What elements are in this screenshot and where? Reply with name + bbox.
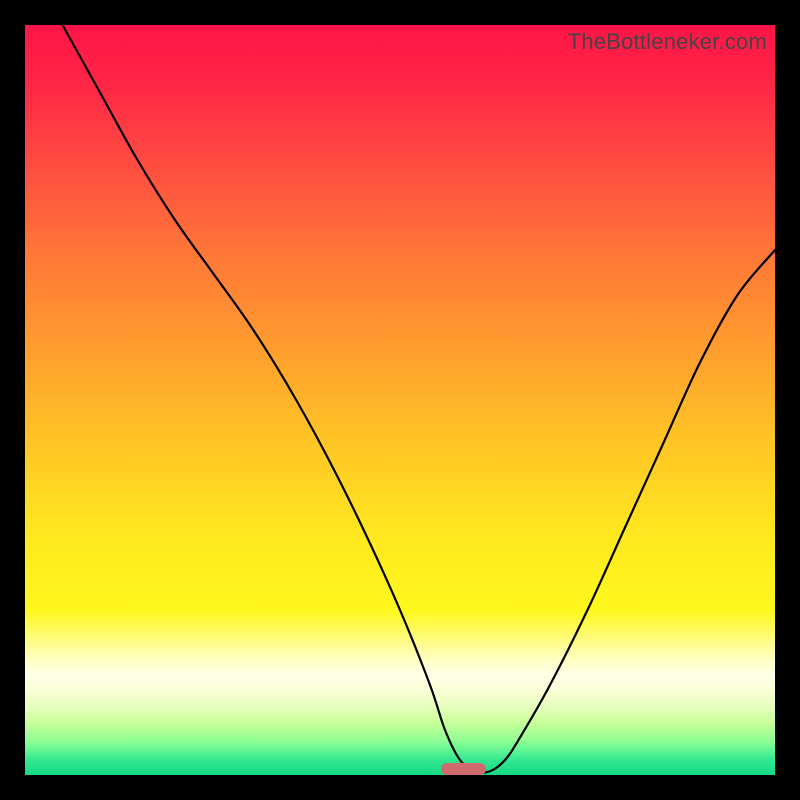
- chart-frame: TheBottleneker.com: [25, 25, 775, 775]
- gradient-background: [25, 25, 775, 775]
- plot-svg: [25, 25, 775, 775]
- watermark-text: TheBottleneker.com: [568, 29, 767, 55]
- optimal-marker: [441, 763, 486, 775]
